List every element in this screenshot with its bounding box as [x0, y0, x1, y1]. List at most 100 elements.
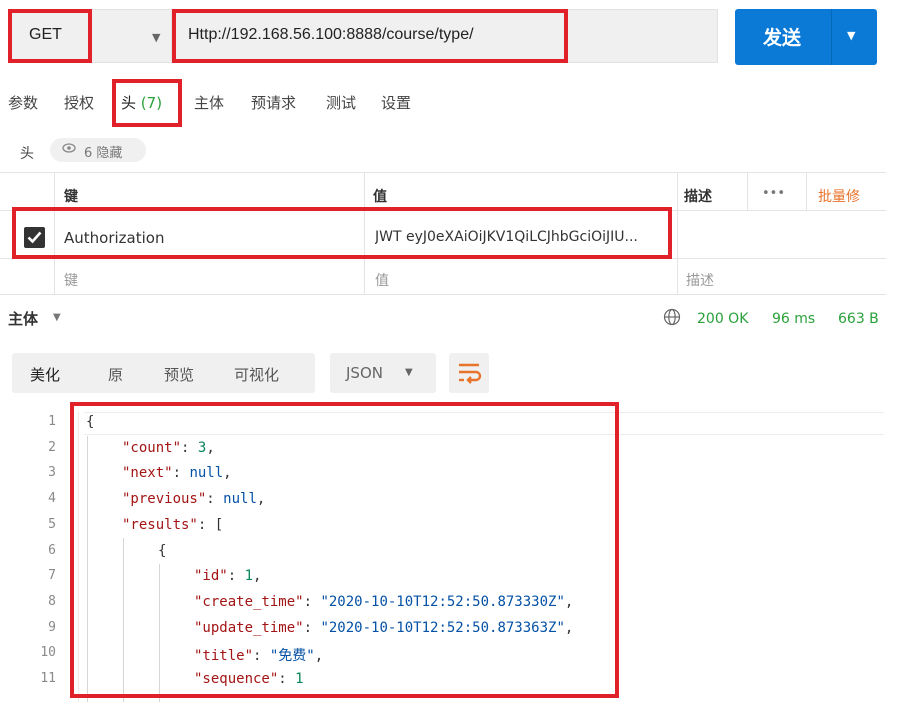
tab-headers-label: 头	[121, 94, 137, 112]
json-punctuation: ,	[314, 648, 324, 665]
json-key: "id"	[194, 568, 228, 585]
json-value: "2020-10-10T12:52:50.873363Z"	[320, 619, 565, 636]
tab-headers-count: (7)	[140, 94, 163, 112]
response-code-editor[interactable]: 1 2 3 4 5 6 7 8 9 10 11 {"count": 3, "next": null, "…	[0, 412, 908, 702]
json-value: 1	[295, 671, 304, 687]
column-header-value: 值	[373, 189, 387, 205]
method-label: GET	[29, 26, 62, 43]
code-line: "id": 1,	[194, 568, 261, 584]
line-number: 1	[48, 414, 56, 429]
json-key: "create_time"	[194, 593, 304, 610]
line-number: 4	[48, 491, 56, 507]
json-key: "count"	[122, 439, 182, 456]
column-header-key: 键	[64, 189, 78, 205]
table-bottom-border	[0, 294, 886, 295]
chevron-down-icon: ▼	[152, 31, 161, 44]
line-number: 2	[48, 439, 56, 455]
code-line: {	[86, 414, 94, 430]
url-input[interactable]: Http://192.168.56.100:8888/course/type/	[172, 9, 718, 63]
json-punctuation: ,	[206, 439, 215, 456]
json-key: "previous"	[122, 491, 207, 508]
check-icon	[27, 231, 42, 244]
hidden-headers-toggle[interactable]: 6 隐藏	[50, 138, 146, 162]
tab-params[interactable]: 参数	[8, 92, 38, 113]
url-text: Http://192.168.56.100:8888/course/type/	[188, 26, 474, 43]
response-time: 96 ms	[772, 311, 816, 327]
json-value: null	[189, 465, 224, 482]
send-divider	[831, 9, 832, 65]
gutter-divider	[78, 412, 79, 702]
chevron-down-icon[interactable]: ▼	[53, 312, 61, 323]
response-body-label[interactable]: 主体	[8, 308, 38, 329]
wrap-icon	[459, 363, 482, 384]
new-key-input[interactable]: 键	[64, 270, 78, 290]
new-value-input[interactable]: 值	[375, 270, 389, 290]
json-value: 1	[244, 568, 254, 585]
line-number: 9	[48, 619, 56, 635]
line-number: 5	[48, 516, 56, 532]
hidden-headers-text: 6 隐藏	[84, 146, 123, 161]
json-value: "免费"	[269, 648, 315, 665]
json-key: "sequence"	[194, 671, 279, 687]
tab-pre-request[interactable]: 预请求	[251, 92, 296, 113]
more-options-icon[interactable]: •••	[762, 186, 785, 201]
json-punctuation: ,	[564, 593, 574, 610]
tab-body[interactable]: 主体	[194, 92, 224, 113]
status-code: 200 OK	[697, 311, 749, 327]
table-row-border	[0, 258, 886, 259]
send-button[interactable]: 发送 ▼	[735, 9, 877, 65]
line-number: 11	[40, 671, 56, 686]
header-value-cell[interactable]: JWT eyJ0eXAiOiJKV1QiLCJhbGciOiJIU...	[375, 229, 667, 245]
json-punctuation: ,	[253, 568, 262, 585]
table-col-divider	[806, 172, 807, 210]
column-header-description: 描述	[684, 189, 712, 205]
response-view-tabs: 美化 原 预览 可视化	[12, 353, 315, 393]
json-punctuation: :	[181, 439, 198, 456]
json-key: "results"	[122, 516, 198, 533]
send-options-chevron-icon[interactable]: ▼	[847, 29, 855, 42]
tab-raw[interactable]: 原	[108, 364, 123, 385]
json-punctuation: {	[86, 414, 95, 430]
tab-settings[interactable]: 设置	[381, 92, 411, 113]
json-value: null	[223, 491, 257, 508]
eye-icon	[62, 141, 76, 159]
json-key: "title"	[194, 648, 254, 665]
tab-pretty[interactable]: 美化	[30, 364, 60, 385]
tab-headers[interactable]: 头 (7)	[121, 92, 162, 113]
line-number: 8	[48, 593, 56, 609]
line-number: 3	[48, 465, 56, 481]
method-select[interactable]: GET ▼	[8, 9, 172, 63]
json-punctuation: ,	[223, 465, 232, 482]
json-punctuation: ,	[256, 491, 266, 508]
chevron-down-icon: ▼	[405, 367, 413, 378]
code-line: "results": [	[122, 517, 223, 533]
json-punctuation: :	[278, 671, 296, 687]
json-punctuation: :	[303, 593, 321, 610]
indent-guide	[87, 436, 88, 702]
json-punctuation: :	[303, 619, 321, 636]
new-description-input[interactable]: 描述	[686, 270, 714, 290]
code-line: "count": 3,	[122, 440, 215, 456]
json-punctuation: :	[227, 568, 245, 585]
json-punctuation: {	[158, 542, 167, 559]
code-line: "title": "免费",	[194, 645, 323, 665]
code-line: {	[158, 543, 166, 559]
wrap-lines-button[interactable]	[449, 353, 489, 393]
table-col-divider	[54, 172, 55, 294]
tab-preview[interactable]: 预览	[164, 364, 194, 385]
json-punctuation: :	[172, 465, 190, 482]
format-select[interactable]: JSON ▼	[330, 353, 436, 393]
globe-icon[interactable]	[663, 308, 681, 330]
table-col-divider	[677, 172, 678, 294]
json-punctuation: ,	[564, 619, 574, 636]
headers-label: 头	[20, 146, 34, 162]
table-col-divider	[747, 172, 748, 210]
header-enabled-checkbox[interactable]	[24, 227, 45, 248]
header-key-cell[interactable]: Authorization	[64, 229, 164, 247]
json-key: "next"	[122, 465, 173, 482]
tab-auth[interactable]: 授权	[64, 92, 94, 113]
bulk-edit-link[interactable]: 批量修	[818, 186, 860, 206]
tab-tests[interactable]: 测试	[326, 92, 356, 113]
tab-visualize[interactable]: 可视化	[234, 364, 279, 385]
json-punctuation: : [	[197, 516, 224, 533]
